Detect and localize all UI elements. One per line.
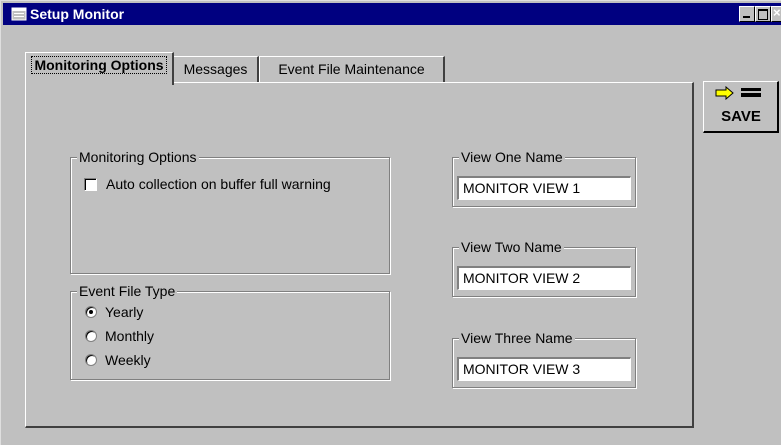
group-label: View Three Name: [459, 330, 575, 346]
view-one-group: View One Name MONITOR VIEW 1: [452, 149, 636, 207]
tab-event-file-maintenance[interactable]: Event File Maintenance: [259, 56, 445, 82]
view-three-name-input[interactable]: MONITOR VIEW 3: [457, 357, 631, 381]
auto-collection-checkbox[interactable]: [84, 178, 97, 191]
arrow-save-icon: [715, 86, 761, 100]
monitoring-options-group: Monitoring Options Auto collection on bu…: [70, 149, 390, 274]
setup-monitor-window: Setup Monitor × Messages Event File Main…: [0, 0, 781, 445]
tab-panel-monitoring-options: Monitoring Options Auto collection on bu…: [25, 82, 694, 428]
window-title: Setup Monitor: [30, 6, 125, 22]
tab-label: Monitoring Options: [31, 56, 167, 74]
view-two-name-input[interactable]: MONITOR VIEW 2: [457, 266, 631, 290]
monthly-label[interactable]: Monthly: [105, 328, 154, 344]
group-label: Monitoring Options: [77, 149, 199, 165]
group-label: Event File Type: [77, 283, 178, 299]
monthly-radio[interactable]: [85, 330, 97, 342]
yearly-label[interactable]: Yearly: [105, 304, 143, 320]
save-button[interactable]: SAVE: [703, 81, 779, 133]
window-icon: [11, 7, 27, 21]
weekly-radio[interactable]: [85, 354, 97, 366]
minimize-button[interactable]: [739, 6, 755, 22]
auto-collection-label[interactable]: Auto collection on buffer full warning: [106, 176, 331, 192]
maximize-button[interactable]: [755, 6, 771, 22]
view-two-group: View Two Name MONITOR VIEW 2: [452, 239, 636, 297]
group-label: View Two Name: [459, 239, 564, 255]
yearly-radio[interactable]: [85, 306, 97, 318]
view-one-name-input[interactable]: MONITOR VIEW 1: [457, 176, 631, 200]
tab-label: Event File Maintenance: [278, 61, 425, 77]
weekly-label[interactable]: Weekly: [105, 352, 151, 368]
close-icon: ×: [773, 5, 781, 20]
group-label: View One Name: [459, 149, 565, 165]
save-label: SAVE: [721, 108, 761, 125]
title-bar[interactable]: Setup Monitor ×: [3, 3, 781, 25]
tab-monitoring-options[interactable]: Monitoring Options: [25, 52, 174, 85]
tab-messages[interactable]: Messages: [173, 56, 259, 82]
event-file-type-group: Event File Type Yearly Monthly Weekly: [70, 283, 390, 380]
view-three-group: View Three Name MONITOR VIEW 3: [452, 330, 636, 388]
tab-label: Messages: [183, 61, 248, 77]
close-button[interactable]: ×: [771, 5, 781, 22]
